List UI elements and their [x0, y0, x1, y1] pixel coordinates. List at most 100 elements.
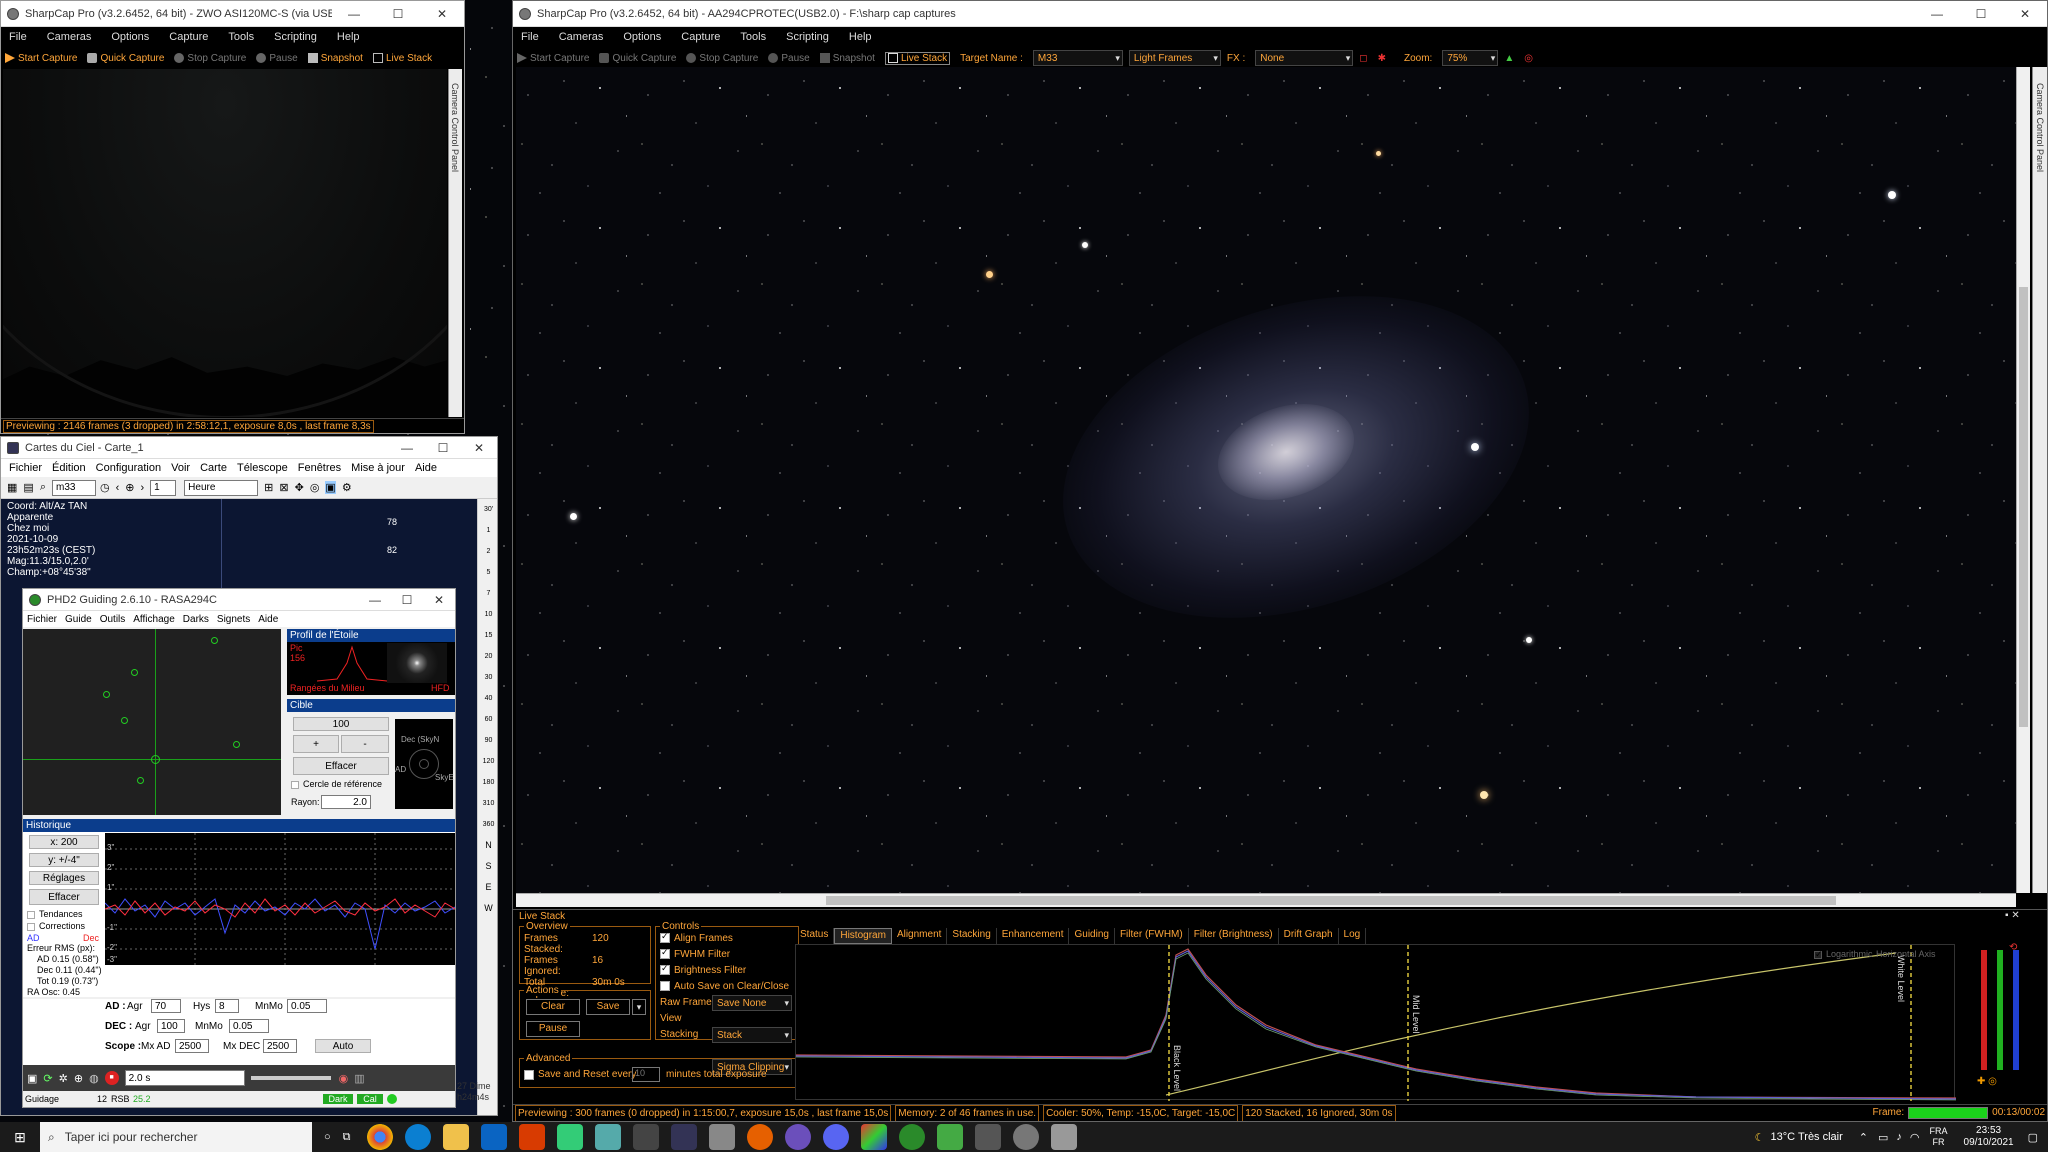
cdc-menu-item[interactable]: Aide — [415, 462, 437, 474]
save-reset-minutes-input[interactable]: 10 — [632, 1067, 660, 1082]
scale-label[interactable]: 90 — [478, 730, 497, 751]
scale-label[interactable]: 10 — [478, 604, 497, 625]
radius-input[interactable]: 2.0 — [321, 795, 371, 809]
scale-label[interactable]: 360 — [478, 814, 497, 835]
phd2-menu-item[interactable]: Darks — [183, 614, 209, 625]
close-icon[interactable]: ✕ — [423, 593, 455, 607]
ra-hysteresis-input[interactable]: 8 — [215, 999, 239, 1013]
tab-filter-fwhm[interactable]: Filter (FWHM) — [1115, 928, 1189, 944]
history-clear-button[interactable]: Effacer — [29, 889, 99, 905]
cdc-menu-item[interactable]: Télescope — [237, 462, 288, 474]
rgb-level-sliders[interactable]: ⟲ ✚ ◎ — [1973, 942, 2033, 1094]
tab-stacking[interactable]: Stacking — [947, 928, 997, 944]
dec-mode-select[interactable]: Auto — [315, 1039, 371, 1053]
camera-control-panel-tab[interactable]: Camera Control Panel — [448, 69, 462, 417]
scale-label[interactable]: 120 — [478, 751, 497, 772]
scale-label[interactable]: 30' — [478, 499, 497, 520]
tab-enhancement[interactable]: Enhancement — [997, 928, 1070, 944]
west-button[interactable]: W — [478, 898, 497, 919]
clear-button[interactable]: Clear — [526, 999, 580, 1015]
tab-log[interactable]: Log — [1339, 928, 1367, 944]
guide-camera-view[interactable] — [23, 629, 281, 815]
menu-capture[interactable]: Capture — [681, 31, 720, 43]
notifications-icon[interactable]: ▢ — [2028, 1131, 2038, 1144]
close-icon[interactable]: ✕ — [461, 441, 497, 455]
maximize-icon[interactable]: ☐ — [391, 593, 423, 607]
maximize-icon[interactable]: ☐ — [425, 441, 461, 455]
snapshot-button[interactable]: Snapshot — [819, 53, 875, 64]
zoom-select[interactable]: 75% — [1442, 50, 1499, 66]
minimize-icon[interactable]: — — [1915, 7, 1959, 21]
green-slider[interactable] — [1997, 950, 2003, 1070]
y-scale-select[interactable]: y: +/-4" — [29, 853, 99, 867]
histogram-area[interactable]: Black Level Mid Level White Level Logari… — [795, 944, 1956, 1101]
stop-capture-button[interactable]: Stop Capture — [686, 53, 758, 64]
scale-label[interactable]: 15 — [478, 625, 497, 646]
target-clear-button[interactable]: Effacer — [293, 757, 389, 775]
focus-icon[interactable]: ◎ — [1524, 53, 1533, 64]
north-button[interactable]: N — [478, 835, 497, 856]
ra-min-move-input[interactable]: 0.05 — [287, 999, 327, 1013]
office-icon[interactable] — [518, 1124, 545, 1150]
cdc-menu-item[interactable]: Fenêtres — [298, 462, 341, 474]
trends-checkbox[interactable]: Tendances — [27, 909, 83, 919]
menu-help[interactable]: Help — [337, 31, 360, 43]
object-search-input[interactable]: m33 — [51, 479, 96, 496]
disconnect-icon[interactable]: ▥ — [354, 1072, 364, 1085]
calculator-icon[interactable] — [632, 1124, 659, 1150]
frame-type-select[interactable]: Light Frames — [1128, 50, 1221, 66]
close-icon[interactable]: ✕ — [2003, 7, 2047, 21]
reference-circle-checkbox[interactable]: Cercle de référence — [291, 779, 382, 789]
target-scale-select[interactable]: 100 — [293, 717, 389, 731]
zoom-in-button[interactable]: + — [293, 735, 339, 753]
view-select[interactable]: Stack — [712, 1027, 792, 1043]
red-slider[interactable] — [1981, 950, 1987, 1070]
menu-tools[interactable]: Tools — [228, 31, 254, 43]
scale-label[interactable]: 1 — [478, 520, 497, 541]
chrome-icon[interactable] — [366, 1124, 393, 1150]
ra-aggressiveness-input[interactable]: 70 — [151, 999, 181, 1013]
minimize-icon[interactable]: — — [389, 441, 425, 455]
cdc-menu-item[interactable]: Carte — [200, 462, 227, 474]
histogram-icon[interactable]: ▲ — [1504, 53, 1514, 64]
calendar-icon[interactable]: ▦ — [7, 481, 17, 494]
corrections-checkbox[interactable]: Corrections — [27, 921, 85, 931]
cdc-menu-item[interactable]: Édition — [52, 462, 86, 474]
cdc-menu-item[interactable]: Configuration — [96, 462, 161, 474]
camera-control-panel-tab[interactable]: Camera Control Panel — [2032, 67, 2047, 893]
logarithmic-checkbox[interactable]: Logarithmic — [1814, 949, 1873, 959]
raw-frames-select[interactable]: Save None — [712, 995, 792, 1011]
taskbar-search[interactable]: ⌕ Taper ici pour rechercher — [40, 1122, 312, 1152]
settings-button[interactable]: Réglages — [29, 871, 99, 885]
scale-label[interactable]: 310 — [478, 793, 497, 814]
phd2-menu-item[interactable]: Affichage — [133, 614, 175, 625]
stop-capture-button[interactable]: Stop Capture — [174, 53, 246, 64]
menu-file[interactable]: File — [521, 31, 539, 43]
menu-cameras[interactable]: Cameras — [47, 31, 92, 43]
explorer-icon[interactable] — [442, 1124, 469, 1150]
menu-help[interactable]: Help — [849, 31, 872, 43]
dec-aggressiveness-input[interactable]: 100 — [157, 1019, 185, 1033]
cortana-icon[interactable]: ○ — [324, 1131, 331, 1143]
live-stack-button[interactable]: Live Stack — [372, 53, 432, 64]
start-capture-button[interactable]: Start Capture — [517, 53, 589, 64]
pause-stack-button[interactable]: Pause — [526, 1021, 580, 1037]
app-icon[interactable] — [936, 1124, 963, 1150]
tab-filter-brightness[interactable]: Filter (Brightness) — [1189, 928, 1279, 944]
windows-start-icon[interactable]: ⊞ — [0, 1129, 40, 1146]
app-icon[interactable] — [708, 1124, 735, 1150]
tool-icon[interactable]: ⊠ — [279, 481, 288, 494]
dec-min-move-input[interactable]: 0.05 — [229, 1019, 269, 1033]
blue-slider[interactable] — [2013, 950, 2019, 1070]
cdc-menu-item[interactable]: Mise à jour — [351, 462, 405, 474]
app-icon[interactable] — [556, 1124, 583, 1150]
scale-label[interactable]: 30 — [478, 667, 497, 688]
app-icon[interactable] — [860, 1124, 887, 1150]
menu-file[interactable]: File — [9, 31, 27, 43]
list-icon[interactable]: ▤ — [23, 481, 33, 494]
network-icon[interactable]: ▭ — [1878, 1131, 1888, 1144]
snapshot-button[interactable]: Snapshot — [307, 53, 363, 64]
allsky-camera-view[interactable] — [3, 69, 447, 417]
time-unit-select[interactable]: Heure — [184, 479, 259, 496]
slider-tools-icon[interactable]: ✚ ◎ — [1977, 1076, 1997, 1087]
